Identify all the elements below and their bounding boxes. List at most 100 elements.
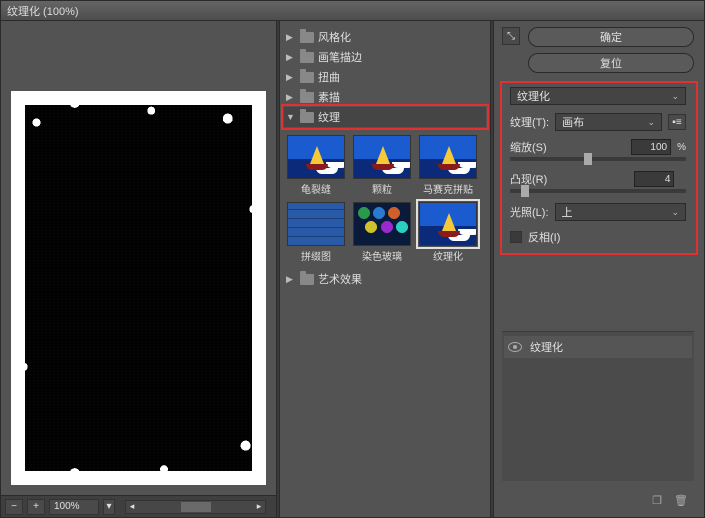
reset-label: 复位 (600, 55, 622, 71)
light-row: 光照(L): 上 ⌄ (510, 203, 686, 221)
thumb-grain[interactable]: 颗粒 (352, 135, 412, 196)
preview-border (11, 91, 266, 485)
scale-input[interactable]: 100 (631, 139, 671, 155)
zoom-menu-button[interactable]: ▾ (103, 499, 115, 515)
thumb-mosaic-tiles[interactable]: 马赛克拼贴 (418, 135, 478, 196)
category-label: 艺术效果 (318, 271, 362, 287)
percent-label: % (677, 142, 686, 153)
texture-row: 纹理(T): 画布 ⌄ ▪≡ (510, 113, 686, 131)
thumb-stained-glass[interactable]: 染色玻璃 (352, 202, 412, 263)
thumb-image (419, 202, 477, 246)
dialog-body: − + 100% ▾ ◂ ▸ ▶ 风格化 ▶ (1, 21, 704, 517)
category-label: 风格化 (318, 29, 351, 45)
relief-spacer (680, 174, 686, 185)
relief-slider[interactable] (510, 189, 686, 193)
category-label: 画笔描边 (318, 49, 362, 65)
triangle-right-icon: ▶ (286, 32, 296, 43)
thumb-label: 龟裂缝 (286, 181, 346, 196)
relief-value: 4 (665, 174, 671, 185)
texture-options-button[interactable]: ▪≡ (668, 114, 686, 130)
texture-select[interactable]: 画布 ⌄ (555, 113, 662, 131)
triangle-right-icon: ▶ (286, 72, 296, 83)
scale-group: 缩放(S) 100 % (510, 139, 686, 163)
top-button-row: ⤡ 确定 复位 (502, 27, 694, 73)
thumbnail-grid: 龟裂缝 颗粒 马赛克拼贴 拼缀图 染色玻璃 (280, 129, 490, 269)
category-artistic[interactable]: ▶ 艺术效果 (284, 269, 486, 289)
scroll-thumb[interactable] (181, 502, 211, 512)
gallery-pane: ▶ 风格化 ▶ 画笔描边 ▶ 扭曲 ▶ 素描 (280, 21, 490, 517)
thumb-patchwork[interactable]: 拼缀图 (286, 202, 346, 263)
thumb-image (287, 135, 345, 179)
triangle-down-icon: ▼ (286, 112, 296, 122)
category-sketch[interactable]: ▶ 素描 (284, 87, 486, 107)
folder-icon (300, 112, 314, 123)
relief-input[interactable]: 4 (634, 171, 674, 187)
zoom-field[interactable]: 100% (49, 499, 99, 515)
zoom-out-button[interactable]: − (5, 499, 23, 515)
controls-pane: ⤡ 确定 复位 纹理化 ⌄ 纹理(T): 画布 ⌄ (494, 21, 704, 517)
chevron-down-icon: ⌄ (671, 207, 679, 218)
texture-label: 纹理(T): (510, 114, 549, 130)
filter-select-value: 纹理化 (517, 88, 550, 104)
layer-row[interactable]: 纹理化 (504, 336, 692, 358)
preview-pane: − + 100% ▾ ◂ ▸ (1, 21, 276, 517)
relief-group: 凸现(R) 4 (510, 171, 686, 195)
light-value: 上 (562, 204, 573, 220)
spacer (502, 259, 694, 323)
effect-layers: 纹理化 (502, 331, 694, 481)
thumb-label: 马赛克拼贴 (418, 181, 478, 196)
folder-icon (300, 92, 314, 103)
slider-knob[interactable] (521, 185, 529, 197)
chevron-down-icon: ⌄ (647, 117, 655, 128)
triangle-right-icon: ▶ (286, 92, 296, 103)
category-label: 扭曲 (318, 69, 340, 85)
thumb-image (353, 135, 411, 179)
folder-icon (300, 52, 314, 63)
triangle-right-icon: ▶ (286, 274, 296, 285)
invert-checkbox[interactable] (510, 231, 522, 243)
scale-label: 缩放(S) (510, 139, 625, 155)
visibility-eye-icon[interactable] (508, 342, 522, 352)
scale-value: 100 (650, 142, 667, 153)
thumb-craquelure[interactable]: 龟裂缝 (286, 135, 346, 196)
thumb-texturizer[interactable]: 纹理化 (418, 202, 478, 263)
thumb-image (287, 202, 345, 246)
ok-label: 确定 (600, 29, 622, 45)
delete-effect-layer-icon[interactable]: 🗑 (674, 493, 688, 507)
preview-hscroll[interactable]: ◂ ▸ (125, 500, 266, 514)
toggle-panel-icon[interactable]: ⤡ (502, 27, 520, 45)
category-stylize[interactable]: ▶ 风格化 (284, 27, 486, 47)
texture-value: 画布 (562, 114, 584, 130)
preview-canvas[interactable] (11, 91, 266, 485)
thumb-label: 颗粒 (352, 181, 412, 196)
new-effect-layer-icon[interactable]: ❐ (650, 493, 664, 507)
light-label: 光照(L): (510, 204, 549, 220)
light-select[interactable]: 上 ⌄ (555, 203, 687, 221)
titlebar[interactable]: 纹理化 (100%) (1, 1, 704, 21)
filter-select[interactable]: 纹理化 ⌄ (510, 87, 686, 105)
category-list-2: ▶ 艺术效果 (280, 269, 490, 291)
zoom-value: 100% (54, 501, 80, 512)
thumb-image (353, 202, 411, 246)
layer-label: 纹理化 (530, 339, 563, 355)
category-texture[interactable]: ▼ 纹理 (284, 107, 486, 127)
invert-row: 反相(I) (510, 229, 686, 245)
scale-slider[interactable] (510, 157, 686, 161)
chevron-down-icon: ⌄ (671, 91, 679, 102)
folder-icon (300, 274, 314, 285)
zoom-in-button[interactable]: + (27, 499, 45, 515)
reset-button[interactable]: 复位 (528, 53, 694, 73)
params-group: 纹理化 ⌄ 纹理(T): 画布 ⌄ ▪≡ 缩放(S) 100 % (502, 81, 694, 251)
scroll-left-icon[interactable]: ◂ (126, 501, 138, 513)
slider-knob[interactable] (584, 153, 592, 165)
preview-footer: − + 100% ▾ ◂ ▸ (1, 495, 276, 517)
category-list: ▶ 风格化 ▶ 画笔描边 ▶ 扭曲 ▶ 素描 (280, 21, 490, 129)
layers-footer: ❐ 🗑 (502, 489, 694, 511)
triangle-right-icon: ▶ (286, 52, 296, 63)
ok-button[interactable]: 确定 (528, 27, 694, 47)
scroll-right-icon[interactable]: ▸ (253, 501, 265, 513)
category-distort[interactable]: ▶ 扭曲 (284, 67, 486, 87)
category-label: 素描 (318, 89, 340, 105)
category-brushstrokes[interactable]: ▶ 画笔描边 (284, 47, 486, 67)
folder-icon (300, 72, 314, 83)
